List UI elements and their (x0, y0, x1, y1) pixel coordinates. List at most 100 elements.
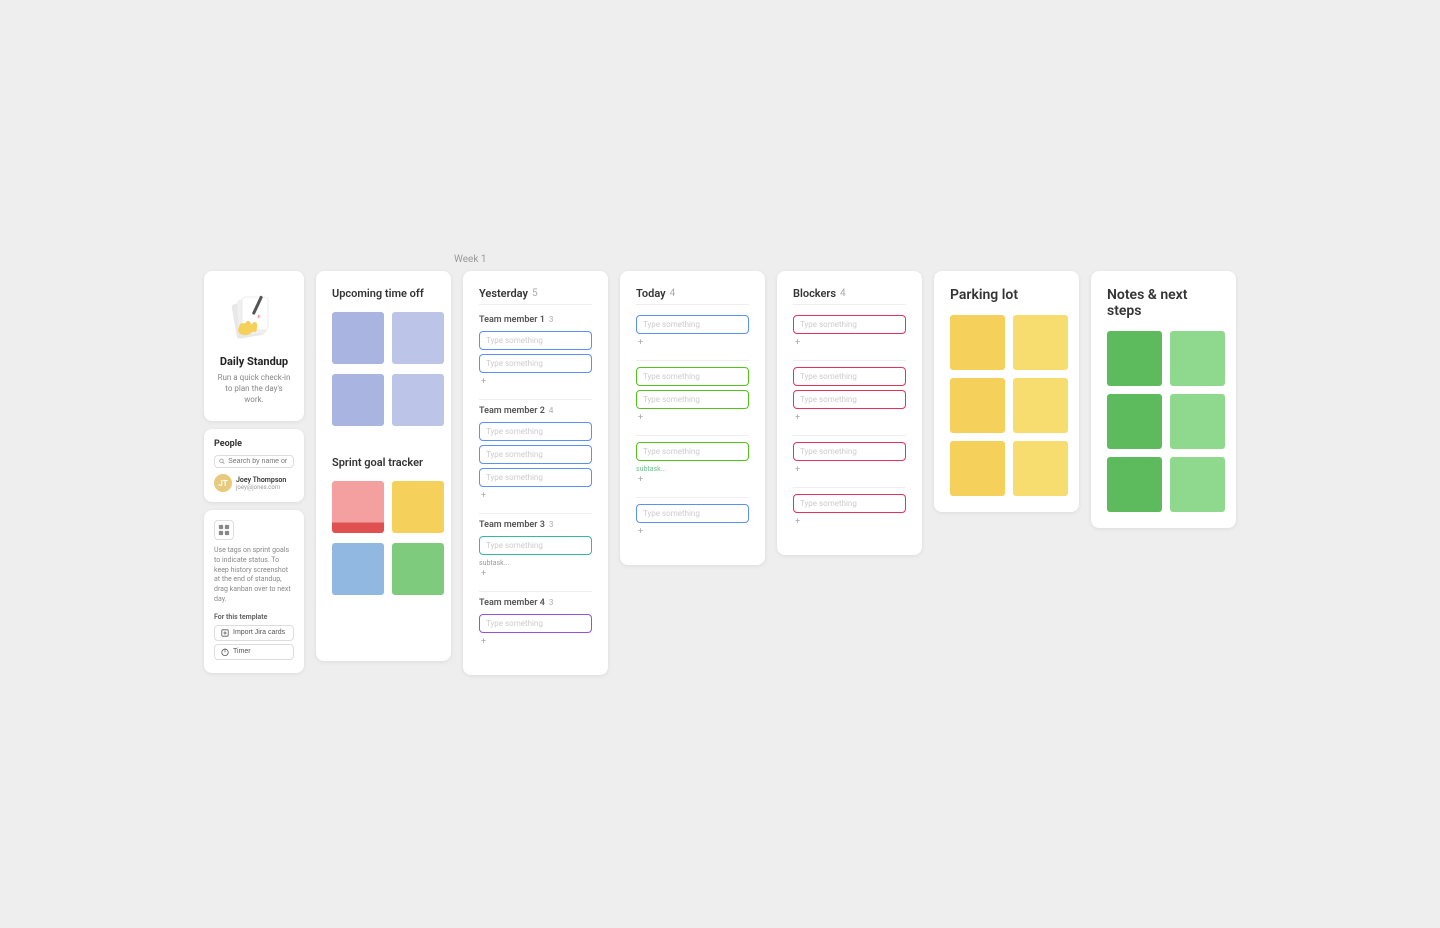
user-email: joey@jones.com (236, 484, 286, 491)
people-card: People JT Joey Thompson joey@jones.com (204, 429, 304, 502)
today-header: Today 4 (636, 287, 749, 305)
timer-icon (221, 648, 229, 656)
notes-note[interactable] (1170, 457, 1225, 512)
notes-note[interactable] (1107, 394, 1162, 449)
parking-note[interactable] (1013, 378, 1068, 433)
parking-note[interactable] (950, 441, 1005, 496)
yesterday-team2-input3[interactable]: Type something (479, 468, 592, 487)
today-team3-input1[interactable]: Type something (636, 442, 749, 461)
yesterday-team3-input1[interactable]: Type something (479, 536, 592, 555)
team-member-2-name: Team member 2 (479, 406, 545, 416)
yesterday-team1-input1[interactable]: Type something (479, 331, 592, 350)
today-team3-add[interactable]: + (636, 475, 749, 485)
import-jira-button[interactable]: Import Jira cards (214, 625, 294, 641)
parking-lot-card: Parking lot (934, 271, 1079, 512)
sticky-note[interactable] (332, 481, 384, 533)
blockers-title: Blockers (793, 287, 836, 300)
parking-lot-title: Parking lot (950, 287, 1063, 303)
parking-note[interactable] (950, 315, 1005, 370)
blockers-team4: Type something + (793, 494, 906, 527)
today-team1-input1[interactable]: Type something (636, 315, 749, 334)
today-count: 4 (670, 288, 676, 299)
parking-note[interactable] (1013, 315, 1068, 370)
blockers-team2-input1[interactable]: Type something (793, 367, 906, 386)
search-box[interactable] (214, 455, 294, 468)
today-title: Today (636, 287, 666, 300)
notes-note[interactable] (1170, 394, 1225, 449)
timer-label: Timer (233, 648, 251, 655)
sprint-title: Sprint goal tracker (332, 456, 435, 469)
yesterday-team3-add[interactable]: + (479, 569, 592, 579)
yesterday-team4: Team member 4 3 Type something + (479, 598, 592, 647)
today-team4-add[interactable]: + (636, 527, 749, 537)
today-team3: Type something subtask... + (636, 442, 749, 485)
sticky-note[interactable] (392, 312, 444, 364)
sticky-note[interactable] (332, 543, 384, 595)
yesterday-team3-sub: subtask... (479, 559, 592, 567)
timer-button[interactable]: Timer (214, 644, 294, 660)
yesterday-team4-input1[interactable]: Type something (479, 614, 592, 633)
tools-card: Use tags on sprint goals to indicate sta… (204, 510, 304, 673)
people-title: People (214, 439, 294, 449)
today-team2: Type something Type something + (636, 367, 749, 423)
standup-description: Run a quick check-in to plan the day's w… (216, 372, 292, 406)
sticky-note[interactable] (332, 374, 384, 426)
yesterday-team1-add[interactable]: + (479, 377, 592, 387)
standup-card: Daily Standup Run a quick check-in to pl… (204, 271, 304, 422)
sticky-note[interactable] (392, 374, 444, 426)
yesterday-team1-input2[interactable]: Type something (479, 354, 592, 373)
notes-card: Notes & next steps (1091, 271, 1236, 528)
parking-lot-notes (950, 315, 1063, 496)
today-team1-add[interactable]: + (636, 338, 749, 348)
blockers-team4-input1[interactable]: Type something (793, 494, 906, 513)
today-card: Today 4 Type something + Type something … (620, 271, 765, 565)
template-label: For this template (214, 613, 294, 621)
team-member-3-count: 3 (549, 520, 554, 529)
team-member-4-count: 3 (549, 598, 554, 607)
blockers-team1-input1[interactable]: Type something (793, 315, 906, 334)
today-team2-add[interactable]: + (636, 413, 749, 423)
team-member-1-count: 3 (549, 315, 554, 324)
yesterday-team2-input2[interactable]: Type something (479, 445, 592, 464)
team-member-4-name: Team member 4 (479, 598, 545, 608)
blockers-team1-add[interactable]: + (793, 338, 906, 348)
yesterday-team4-add[interactable]: + (479, 637, 592, 647)
upcoming-title: Upcoming time off (332, 287, 435, 300)
yesterday-team2: Team member 2 4 Type something Type some… (479, 406, 592, 501)
blockers-team4-add[interactable]: + (793, 517, 906, 527)
yesterday-team2-add[interactable]: + (479, 491, 592, 501)
yesterday-team3: Team member 3 3 Type something subtask..… (479, 520, 592, 579)
today-team4-input1[interactable]: Type something (636, 504, 749, 523)
week-label: Week 1 (204, 254, 487, 265)
blockers-header: Blockers 4 (793, 287, 906, 305)
notes-grid (1107, 331, 1220, 512)
parking-note[interactable] (950, 378, 1005, 433)
parking-note[interactable] (1013, 441, 1068, 496)
notes-note[interactable] (1170, 331, 1225, 386)
today-team4: Type something + (636, 504, 749, 537)
notes-note[interactable] (1107, 457, 1162, 512)
sprint-notes-row2 (332, 543, 435, 595)
sticky-note[interactable] (392, 543, 444, 595)
tools-description: Use tags on sprint goals to indicate sta… (214, 546, 294, 605)
people-search-input[interactable] (228, 458, 289, 465)
notes-note[interactable] (1107, 331, 1162, 386)
yesterday-card: Yesterday 5 Team member 1 3 Type somethi… (463, 271, 608, 675)
today-team1: Type something + (636, 315, 749, 348)
yesterday-header: Yesterday 5 (479, 287, 592, 305)
today-team2-input2[interactable]: Type something (636, 390, 749, 409)
yesterday-title: Yesterday (479, 287, 528, 300)
yesterday-team2-input1[interactable]: Type something (479, 422, 592, 441)
tools-icon (214, 520, 234, 540)
blockers-team1: Type something + (793, 315, 906, 348)
blockers-team2-add[interactable]: + (793, 413, 906, 423)
blockers-team3-add[interactable]: + (793, 465, 906, 475)
sticky-note[interactable] (332, 312, 384, 364)
import-jira-label: Import Jira cards (233, 629, 285, 636)
standup-title: Daily Standup (220, 355, 288, 368)
sticky-note[interactable] (392, 481, 444, 533)
blockers-team2-input2[interactable]: Type something (793, 390, 906, 409)
blockers-team3-input1[interactable]: Type something (793, 442, 906, 461)
today-team2-input1[interactable]: Type something (636, 367, 749, 386)
yesterday-count: 5 (532, 288, 538, 299)
